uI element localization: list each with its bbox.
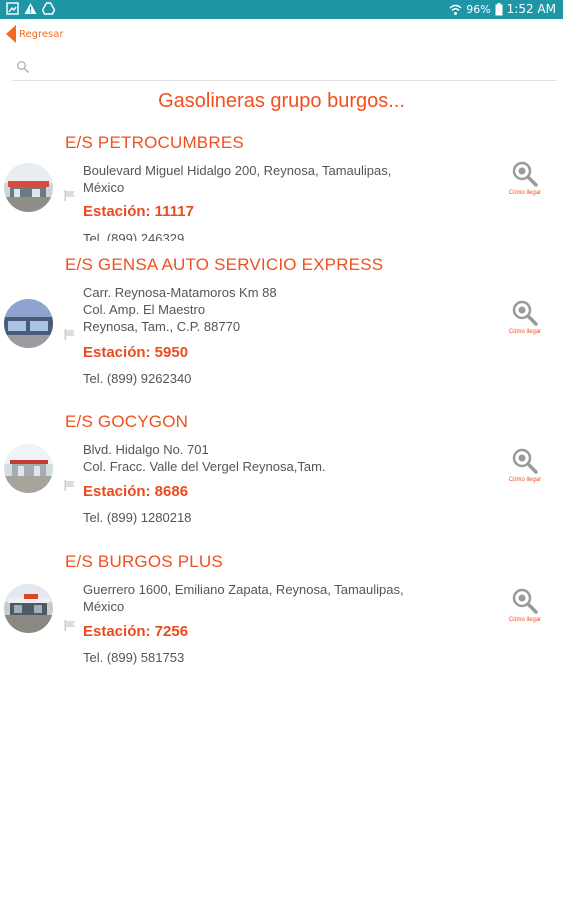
- clock: 1:52 AM: [506, 2, 556, 16]
- tel-clip: Tel. (899) 246329: [0, 225, 563, 241]
- station-number: Estación: 8686: [83, 483, 189, 500]
- magnifier-icon: [512, 300, 538, 326]
- directions-label: Cómo llegar: [508, 190, 542, 196]
- list-item[interactable]: E/S BURGOS PLUS Guerrero 1600, Emiliano …: [0, 552, 563, 672]
- magnifier-icon: [512, 161, 538, 187]
- list-item[interactable]: E/S PETROCUMBRES Boulevard Miguel Hidalg…: [0, 133, 563, 243]
- station-photo: [4, 299, 53, 348]
- station-tel: Tel. (899) 9262340: [83, 371, 192, 386]
- battery-icon: [495, 2, 503, 15]
- list-item[interactable]: E/S GOCYGON Blvd. Hidalgo No. 701 Col. F…: [0, 412, 563, 532]
- station-address: Carr. Reynosa-Matamoros Km 88 Col. Amp. …: [83, 285, 277, 334]
- flag-icon: [64, 329, 75, 340]
- station-name: E/S GOCYGON: [65, 412, 189, 431]
- station-name: E/S BURGOS PLUS: [65, 552, 223, 571]
- directions-label: Cómo llegar: [508, 477, 542, 483]
- magnifier-icon: [512, 588, 538, 614]
- station-number: Estación: 11117: [83, 203, 194, 220]
- status-bar: 96% 1:52 AM: [0, 0, 563, 19]
- station-address: Boulevard Miguel Hidalgo 200, Reynosa, T…: [83, 163, 392, 195]
- directions-button[interactable]: Cómo llegar: [500, 587, 550, 623]
- back-label: Regresar: [19, 28, 64, 40]
- battery-percent: 96%: [466, 2, 491, 16]
- back-button[interactable]: Regresar: [6, 25, 64, 43]
- station-photo: [4, 444, 53, 493]
- station-name: E/S GENSA AUTO SERVICIO EXPRESS: [65, 255, 384, 274]
- wifi-icon: [449, 4, 462, 15]
- back-arrow-icon: [6, 25, 16, 43]
- flag-icon: [64, 190, 75, 201]
- station-photo: [4, 584, 53, 633]
- directions-button[interactable]: Cómo llegar: [500, 160, 550, 196]
- station-tel: Tel. (899) 1280218: [83, 510, 192, 525]
- station-name: E/S PETROCUMBRES: [65, 133, 244, 152]
- drive-icon: [42, 2, 55, 15]
- list-item[interactable]: E/S GENSA AUTO SERVICIO EXPRESS Carr. Re…: [0, 255, 563, 395]
- station-address: Blvd. Hidalgo No. 701 Col. Fracc. Valle …: [83, 442, 326, 474]
- directions-button[interactable]: Cómo llegar: [500, 447, 550, 483]
- search-input[interactable]: [38, 57, 538, 79]
- magnifier-icon: [512, 448, 538, 474]
- flag-icon: [64, 480, 75, 491]
- station-tel: Tel. (899) 581753: [83, 650, 185, 665]
- directions-label: Cómo llegar: [508, 617, 542, 623]
- gallery-notification-icon: [6, 2, 19, 15]
- station-photo: [4, 163, 53, 212]
- flag-icon: [64, 620, 75, 631]
- directions-button[interactable]: Cómo llegar: [500, 299, 550, 335]
- station-number: Estación: 5950: [83, 344, 189, 361]
- directions-label: Cómo llegar: [508, 329, 542, 335]
- page-title: Gasolineras grupo burgos...: [158, 90, 405, 112]
- search-icon: [17, 61, 30, 74]
- search-bar: [12, 55, 557, 81]
- station-address: Guerrero 1600, Emiliano Zapata, Reynosa,…: [83, 582, 404, 614]
- station-number: Estación: 7256: [83, 623, 189, 640]
- station-tel: Tel. (899) 246329: [83, 231, 185, 241]
- warning-icon: [24, 3, 37, 14]
